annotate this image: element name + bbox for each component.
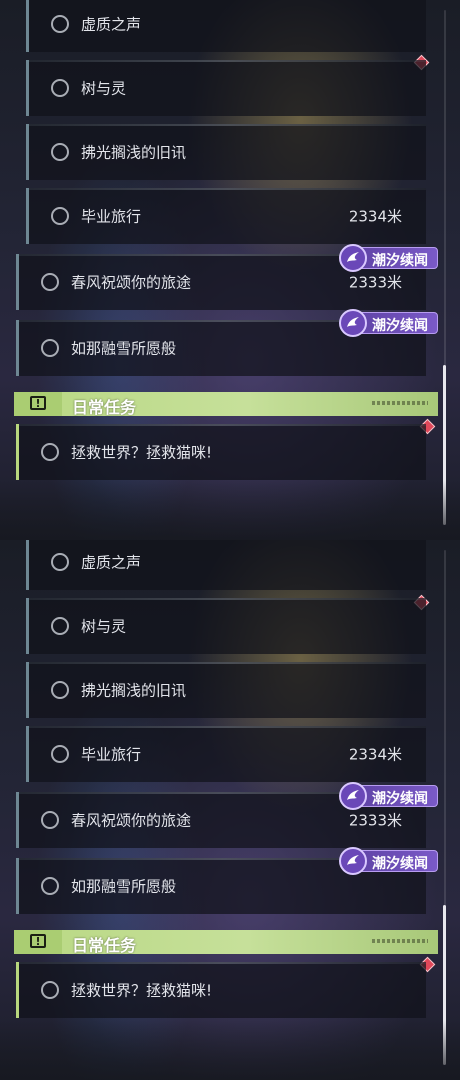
quest-title: 春风祝颂你的旅途 (71, 273, 192, 292)
section-title: 日常任务 (72, 398, 137, 417)
quest-status-circle-icon (41, 339, 59, 357)
daily-quest-item-save-cat[interactable]: 拯救世界？拯救猫咪! (16, 962, 426, 1018)
quest-status-circle-icon (41, 443, 59, 461)
daily-quest-item-save-cat[interactable]: 拯救世界？拯救猫咪! (16, 424, 426, 480)
quest-title: 虚质之声 (81, 15, 142, 34)
quest-status-circle-icon (41, 877, 59, 895)
scrollbar-thumb[interactable] (443, 365, 446, 525)
quest-item-shuyuling[interactable]: 树与灵 (26, 60, 426, 116)
quest-item-xuzhi[interactable]: 虚质之声 (26, 540, 426, 590)
quest-status-circle-icon (51, 553, 69, 571)
quest-title: 树与灵 (81, 79, 127, 98)
quest-item-xuzhi[interactable]: 虚质之声 (26, 0, 426, 52)
wave-swirl-icon (339, 782, 367, 810)
quest-status-circle-icon (51, 745, 69, 763)
quest-distance: 2333米 (348, 273, 402, 292)
quest-title: 毕业旅行 (81, 207, 142, 226)
scrollbar-thumb[interactable] (443, 905, 446, 1065)
badge-label: 潮汐续闻 (372, 318, 428, 334)
quest-title: 春风祝颂你的旅途 (71, 811, 192, 830)
tide-event-badge: 潮汐续闻 (339, 847, 438, 875)
quest-status-circle-icon (41, 273, 59, 291)
quest-status-circle-icon (51, 143, 69, 161)
wave-swirl-icon (339, 847, 367, 875)
quest-title: 如那融雪所愿般 (71, 339, 177, 358)
quest-title: 拯救世界？拯救猫咪! (71, 981, 213, 1000)
quest-title: 拂光搁浅的旧讯 (81, 681, 187, 700)
quest-title: 虚质之声 (81, 553, 142, 572)
quest-panel-top: 虚质之声 树与灵 拂光搁浅的旧讯 毕业旅行 2334米 春风祝颂你的旅途 233… (0, 0, 460, 540)
quest-status-circle-icon (51, 207, 69, 225)
quest-status-circle-icon (41, 981, 59, 999)
quest-item-fuguang[interactable]: 拂光搁浅的旧讯 (26, 662, 426, 718)
quest-item-shuyuling[interactable]: 树与灵 (26, 598, 426, 654)
quest-title: 树与灵 (81, 617, 127, 636)
tide-event-badge: 潮汐续闻 (339, 309, 438, 337)
quest-panel-bottom: 虚质之声 树与灵 拂光搁浅的旧讯 毕业旅行 2334米 春风祝颂你的旅途 233… (0, 540, 460, 1080)
quest-item-fuguang[interactable]: 拂光搁浅的旧讯 (26, 124, 426, 180)
daily-tasks-header[interactable]: ! 日常任务 (14, 930, 438, 955)
quest-item-biye[interactable]: 毕业旅行 2334米 (26, 726, 426, 782)
header-decoration (372, 401, 428, 405)
badge-label: 潮汐续闻 (372, 856, 428, 872)
quest-title: 拂光搁浅的旧讯 (81, 143, 187, 162)
quest-title: 拯救世界？拯救猫咪! (71, 443, 213, 462)
quest-status-circle-icon (51, 15, 69, 33)
badge-label: 潮汐续闻 (372, 791, 428, 807)
header-decoration (372, 939, 428, 943)
section-title: 日常任务 (72, 936, 137, 955)
tide-event-badge: 潮汐续闻 (339, 244, 438, 272)
wave-swirl-icon (339, 309, 367, 337)
alert-icon: ! (14, 930, 62, 954)
quest-distance: 2334米 (348, 207, 402, 226)
tide-event-badge: 潮汐续闻 (339, 782, 438, 810)
quest-item-biye[interactable]: 毕业旅行 2334米 (26, 188, 426, 244)
badge-label: 潮汐续闻 (372, 253, 428, 269)
alert-icon: ! (14, 392, 62, 416)
quest-status-circle-icon (41, 811, 59, 829)
quest-distance: 2333米 (348, 811, 402, 830)
quest-title: 如那融雪所愿般 (71, 877, 177, 896)
quest-status-circle-icon (51, 681, 69, 699)
daily-tasks-header[interactable]: ! 日常任务 (14, 392, 438, 417)
quest-title: 毕业旅行 (81, 745, 142, 764)
quest-status-circle-icon (51, 617, 69, 635)
wave-swirl-icon (339, 244, 367, 272)
quest-distance: 2334米 (348, 745, 402, 764)
quest-status-circle-icon (51, 79, 69, 97)
